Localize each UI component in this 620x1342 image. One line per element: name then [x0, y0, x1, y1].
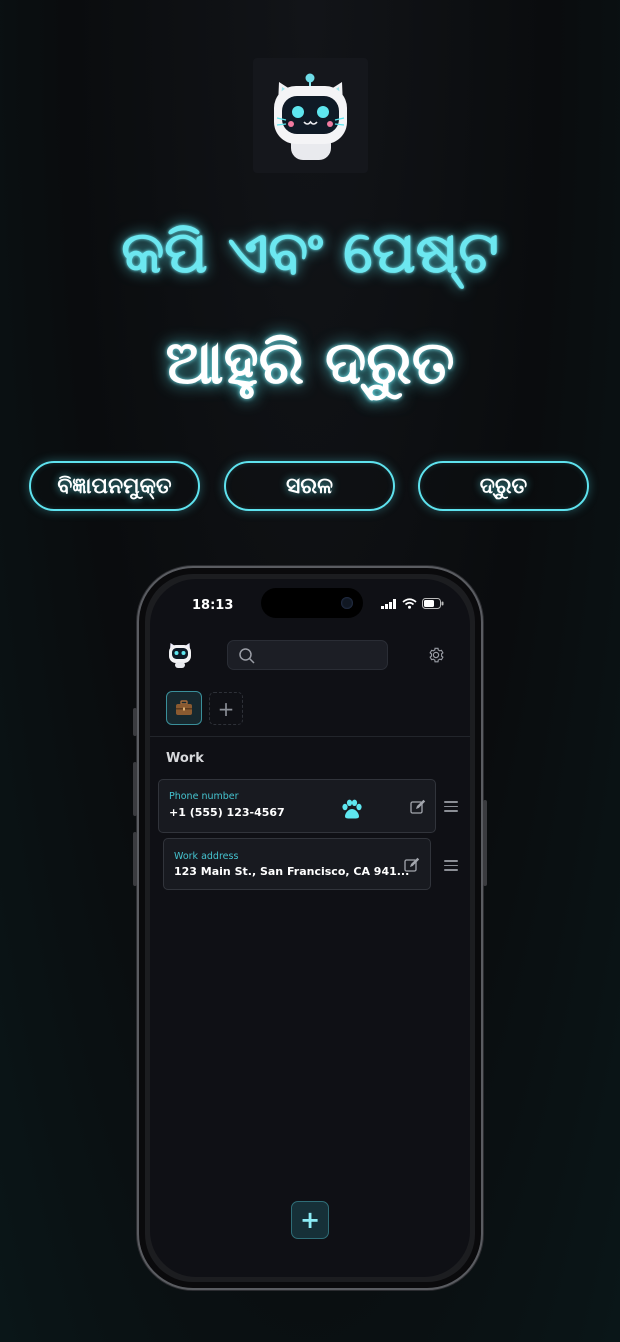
wifi-icon — [402, 598, 417, 609]
briefcase-icon — [176, 700, 192, 715]
phone-volume-up-button — [133, 762, 137, 816]
section-title: Work — [166, 751, 204, 766]
card-label: Work address — [174, 851, 239, 862]
paw-icon — [342, 799, 362, 819]
divider — [150, 736, 470, 737]
app-logo-icon — [169, 643, 191, 668]
feature-pill-fast: ଦ୍ରୁତ — [418, 461, 589, 511]
edit-icon[interactable] — [410, 799, 426, 815]
edit-icon[interactable] — [404, 857, 420, 873]
card-value: +1 (555) 123-4567 — [169, 806, 285, 819]
search-icon — [239, 648, 255, 664]
feature-pill-simple: ସରଳ — [224, 461, 395, 511]
phone-volume-down-button — [133, 832, 137, 886]
add-item-button[interactable]: + — [291, 1201, 329, 1239]
card-value: 123 Main St., San Francisco, CA 941... — [174, 865, 410, 878]
signal-icon — [381, 598, 396, 609]
app-icon — [253, 58, 368, 173]
tab-work[interactable] — [166, 691, 202, 725]
add-tab-button[interactable]: + — [209, 692, 243, 725]
camera-icon — [341, 597, 353, 609]
phone-mockup: 18:13 + Work Phone number +1 (555) 123-4… — [133, 566, 487, 1290]
drag-handle-icon[interactable] — [444, 801, 458, 815]
drag-handle-icon[interactable] — [444, 860, 458, 874]
feature-pill-ad-free: ବିଜ୍ଞାପନମୁକ୍ତ — [29, 461, 200, 511]
card-label: Phone number — [169, 791, 239, 802]
headline-line-1: କପି ଏବଂ ପେଷ୍ଟ — [121, 218, 499, 286]
gear-icon[interactable] — [427, 646, 445, 664]
robot-cat-icon — [274, 73, 347, 160]
headline-line-2: ଆହୁରି ଦ୍ରୁତ — [165, 328, 455, 398]
battery-icon — [422, 598, 444, 609]
phone-action-button — [133, 708, 137, 736]
phone-screen: 18:13 + Work Phone number +1 (555) 123-4… — [150, 579, 470, 1277]
status-icons — [381, 598, 444, 609]
dynamic-island — [261, 588, 363, 618]
clipboard-card-phone[interactable]: Phone number +1 (555) 123-4567 — [158, 779, 436, 833]
clipboard-card-address[interactable]: Work address 123 Main St., San Francisco… — [163, 838, 431, 890]
status-time: 18:13 — [192, 598, 234, 613]
phone-power-button — [483, 800, 487, 886]
search-input[interactable] — [227, 640, 388, 670]
